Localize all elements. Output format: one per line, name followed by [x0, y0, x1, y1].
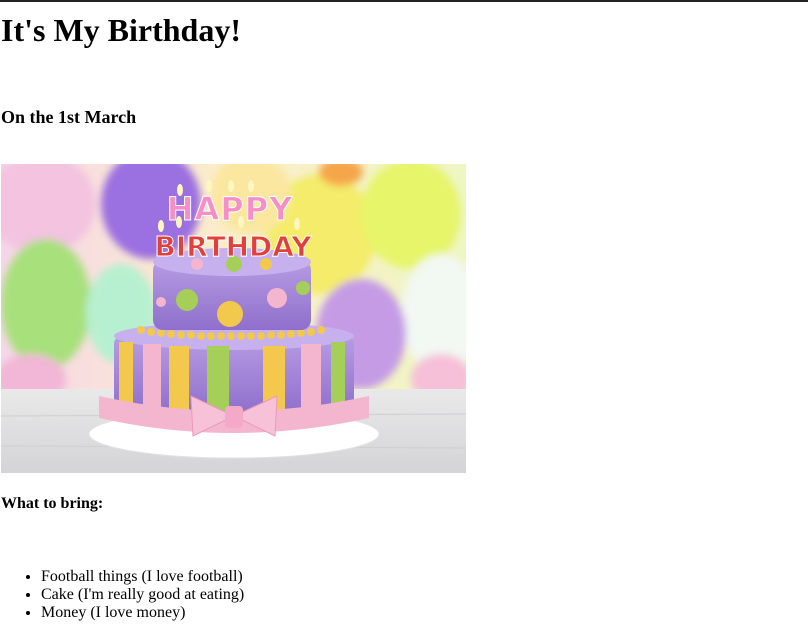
happy-topper: HAPPY [167, 190, 294, 228]
what-to-bring-heading: What to bring: [1, 495, 104, 512]
page-title: It's My Birthday! [1, 12, 241, 48]
birthday-cake-photo: HAPPY BIRTHDAY [1, 164, 466, 473]
bring-list: Football things (I love football) Cake (… [0, 568, 244, 622]
list-item: Money (I love money) [41, 604, 244, 622]
date-heading: On the 1st March [1, 107, 137, 127]
list-item: Football things (I love football) [41, 568, 244, 586]
list-item: Cake (I'm really good at eating) [41, 586, 244, 604]
birthday-topper: BIRTHDAY [154, 230, 312, 263]
